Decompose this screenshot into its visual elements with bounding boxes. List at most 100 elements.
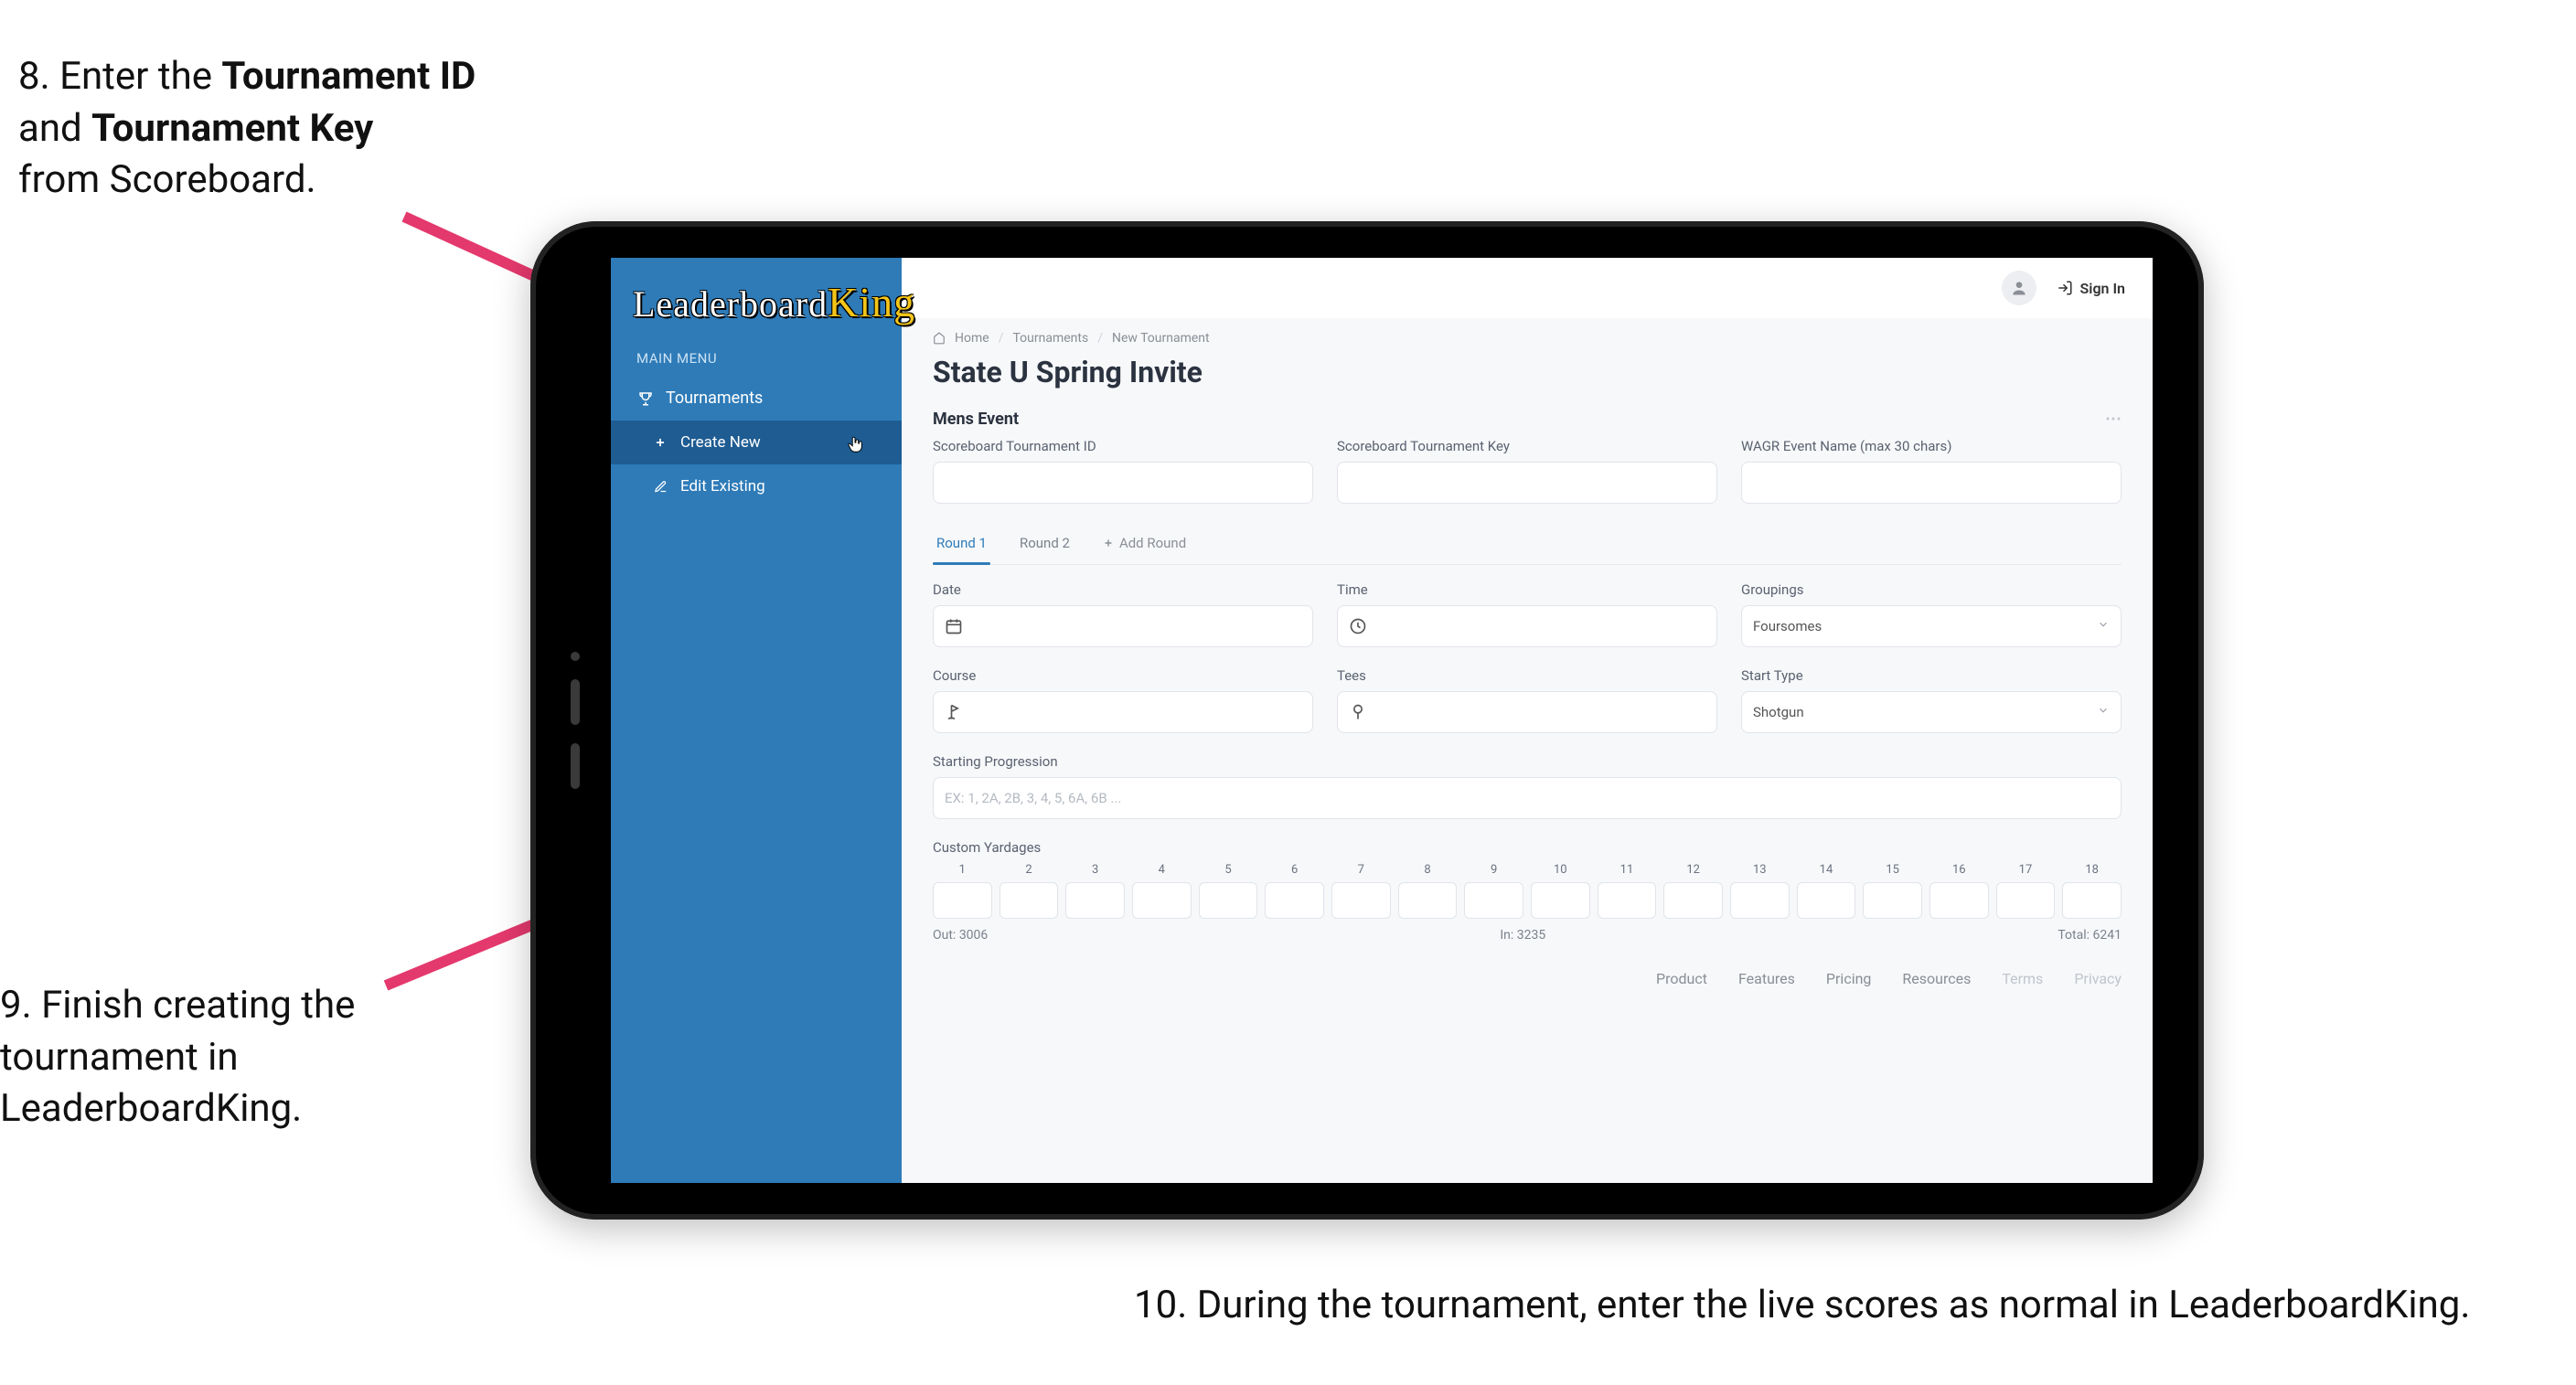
signin-arrow-icon xyxy=(2057,280,2073,296)
golf-tee-icon xyxy=(1349,703,1367,721)
groupings-select[interactable]: Foursomes xyxy=(1741,605,2122,647)
starting-placeholder: EX: 1, 2A, 2B, 3, 4, 5, 6A, 6B ... xyxy=(945,790,1121,806)
sidebar-item-edit-existing[interactable]: Edit Existing xyxy=(611,464,902,508)
yardage-input[interactable] xyxy=(999,882,1059,919)
yardage-input[interactable] xyxy=(1199,882,1258,919)
yardage-column: 18 xyxy=(2062,863,2122,919)
section-menu-button[interactable]: ⋯ xyxy=(2105,410,2122,429)
logo[interactable]: LeaderboardKing xyxy=(611,278,902,339)
sign-in-label: Sign In xyxy=(2080,280,2125,297)
callout-step8-suffix: from Scoreboard. xyxy=(18,157,316,202)
time-input[interactable] xyxy=(1337,605,1717,647)
chevron-down-icon xyxy=(2097,704,2110,720)
tab-round2[interactable]: Round 2 xyxy=(1016,524,1074,564)
tab-round1[interactable]: Round 1 xyxy=(933,524,990,564)
hole-number: 2 xyxy=(1025,863,1031,877)
home-icon[interactable] xyxy=(933,332,946,345)
tournament-id-input[interactable] xyxy=(933,462,1313,504)
yardage-input[interactable] xyxy=(933,882,992,919)
footer-pricing[interactable]: Pricing xyxy=(1826,970,1872,987)
yardage-column: 2 xyxy=(999,863,1059,919)
yardage-input[interactable] xyxy=(1996,882,2056,919)
yardage-input[interactable] xyxy=(1663,882,1723,919)
footer-features[interactable]: Features xyxy=(1738,970,1795,987)
breadcrumb-new-tournament[interactable]: New Tournament xyxy=(1112,331,1210,346)
groupings-value: Foursomes xyxy=(1753,618,1822,634)
field-label: Date xyxy=(933,581,1313,598)
tablet-frame: LeaderboardKing MAIN MENU Tournaments Cr… xyxy=(530,221,2204,1220)
hole-number: 3 xyxy=(1092,863,1098,877)
field-scoreboard-tournament-id: Scoreboard Tournament ID xyxy=(933,438,1313,504)
field-label: Course xyxy=(933,667,1313,684)
breadcrumb-sep: / xyxy=(1097,331,1103,346)
sidebar-item-label: Create New xyxy=(680,433,761,452)
logo-text-2: King xyxy=(828,279,915,325)
date-input[interactable] xyxy=(933,605,1313,647)
sidebar-item-create-new[interactable]: Create New xyxy=(611,421,902,464)
yardage-input[interactable] xyxy=(1797,882,1856,919)
plus-icon xyxy=(1103,538,1114,549)
yardage-input[interactable] xyxy=(1929,882,1989,919)
hole-number: 14 xyxy=(1820,863,1833,877)
yardage-column: 4 xyxy=(1132,863,1192,919)
out-value: 3006 xyxy=(959,928,988,943)
footer-terms[interactable]: Terms xyxy=(2002,970,2043,987)
callout-step10: 10. During the tournament, enter the liv… xyxy=(1134,1280,2506,1332)
in-summary: In: 3235 xyxy=(1500,928,1545,943)
yardage-input[interactable] xyxy=(1464,882,1523,919)
tees-input[interactable] xyxy=(1337,691,1717,733)
footer-privacy[interactable]: Privacy xyxy=(2074,970,2122,987)
out-label: Out: xyxy=(933,928,956,943)
sign-in-button[interactable]: Sign In xyxy=(2057,280,2125,297)
yardage-column: 13 xyxy=(1730,863,1790,919)
logo-text-1: Leaderboard xyxy=(633,283,828,325)
footer-product[interactable]: Product xyxy=(1656,970,1707,987)
yardage-input[interactable] xyxy=(1398,882,1458,919)
field-start-type: Start Type Shotgun xyxy=(1741,667,2122,733)
yardage-column: 16 xyxy=(1929,863,1989,919)
course-input[interactable] xyxy=(933,691,1313,733)
footer-resources[interactable]: Resources xyxy=(1902,970,1971,987)
in-value: 3235 xyxy=(1517,928,1545,943)
field-label: Scoreboard Tournament Key xyxy=(1337,438,1717,454)
yardage-input[interactable] xyxy=(1863,882,1922,919)
yardage-column: 9 xyxy=(1464,863,1523,919)
avatar[interactable] xyxy=(2002,271,2036,305)
callout-step10-text: 10. During the tournament, enter the liv… xyxy=(1134,1283,2470,1327)
callout-step8-bold2: Tournament Key xyxy=(91,106,373,151)
yardage-input[interactable] xyxy=(1331,882,1391,919)
yardage-input[interactable] xyxy=(1265,882,1324,919)
tab-add-round[interactable]: Add Round xyxy=(1099,524,1190,564)
breadcrumb-tournaments[interactable]: Tournaments xyxy=(1012,331,1088,346)
hole-number: 8 xyxy=(1424,863,1430,877)
wagr-name-input[interactable] xyxy=(1741,462,2122,504)
tablet-dot xyxy=(571,652,580,661)
field-starting-progression: Starting Progression EX: 1, 2A, 2B, 3, 4… xyxy=(933,753,2122,819)
start-type-select[interactable]: Shotgun xyxy=(1741,691,2122,733)
calendar-icon xyxy=(945,617,963,635)
topbar: Sign In xyxy=(902,258,2153,318)
starting-progression-input[interactable]: EX: 1, 2A, 2B, 3, 4, 5, 6A, 6B ... xyxy=(933,777,2122,819)
field-label: WAGR Event Name (max 30 chars) xyxy=(1741,438,2122,454)
in-label: In: xyxy=(1500,928,1513,943)
field-label: Starting Progression xyxy=(933,753,2122,770)
hole-number: 7 xyxy=(1358,863,1364,877)
app-screen: LeaderboardKing MAIN MENU Tournaments Cr… xyxy=(611,258,2153,1183)
yardage-input[interactable] xyxy=(1531,882,1590,919)
yardage-input[interactable] xyxy=(1065,882,1125,919)
hole-number: 15 xyxy=(1886,863,1899,877)
breadcrumb-home[interactable]: Home xyxy=(955,331,989,346)
yardage-column: 8 xyxy=(1398,863,1458,919)
field-label: Start Type xyxy=(1741,667,2122,684)
callout-step8: 8. Enter the Tournament ID and Tournamen… xyxy=(18,51,512,207)
yardage-input[interactable] xyxy=(1132,882,1192,919)
hole-number: 9 xyxy=(1491,863,1497,877)
yardage-input[interactable] xyxy=(1730,882,1790,919)
section-title: Mens Event ⋯ xyxy=(933,399,2122,438)
hole-number: 13 xyxy=(1753,863,1767,877)
trophy-icon xyxy=(636,390,655,407)
tournament-key-input[interactable] xyxy=(1337,462,1717,504)
yardage-input[interactable] xyxy=(2062,882,2122,919)
yardage-input[interactable] xyxy=(1598,882,1657,919)
sidebar-item-tournaments[interactable]: Tournaments xyxy=(611,376,902,421)
